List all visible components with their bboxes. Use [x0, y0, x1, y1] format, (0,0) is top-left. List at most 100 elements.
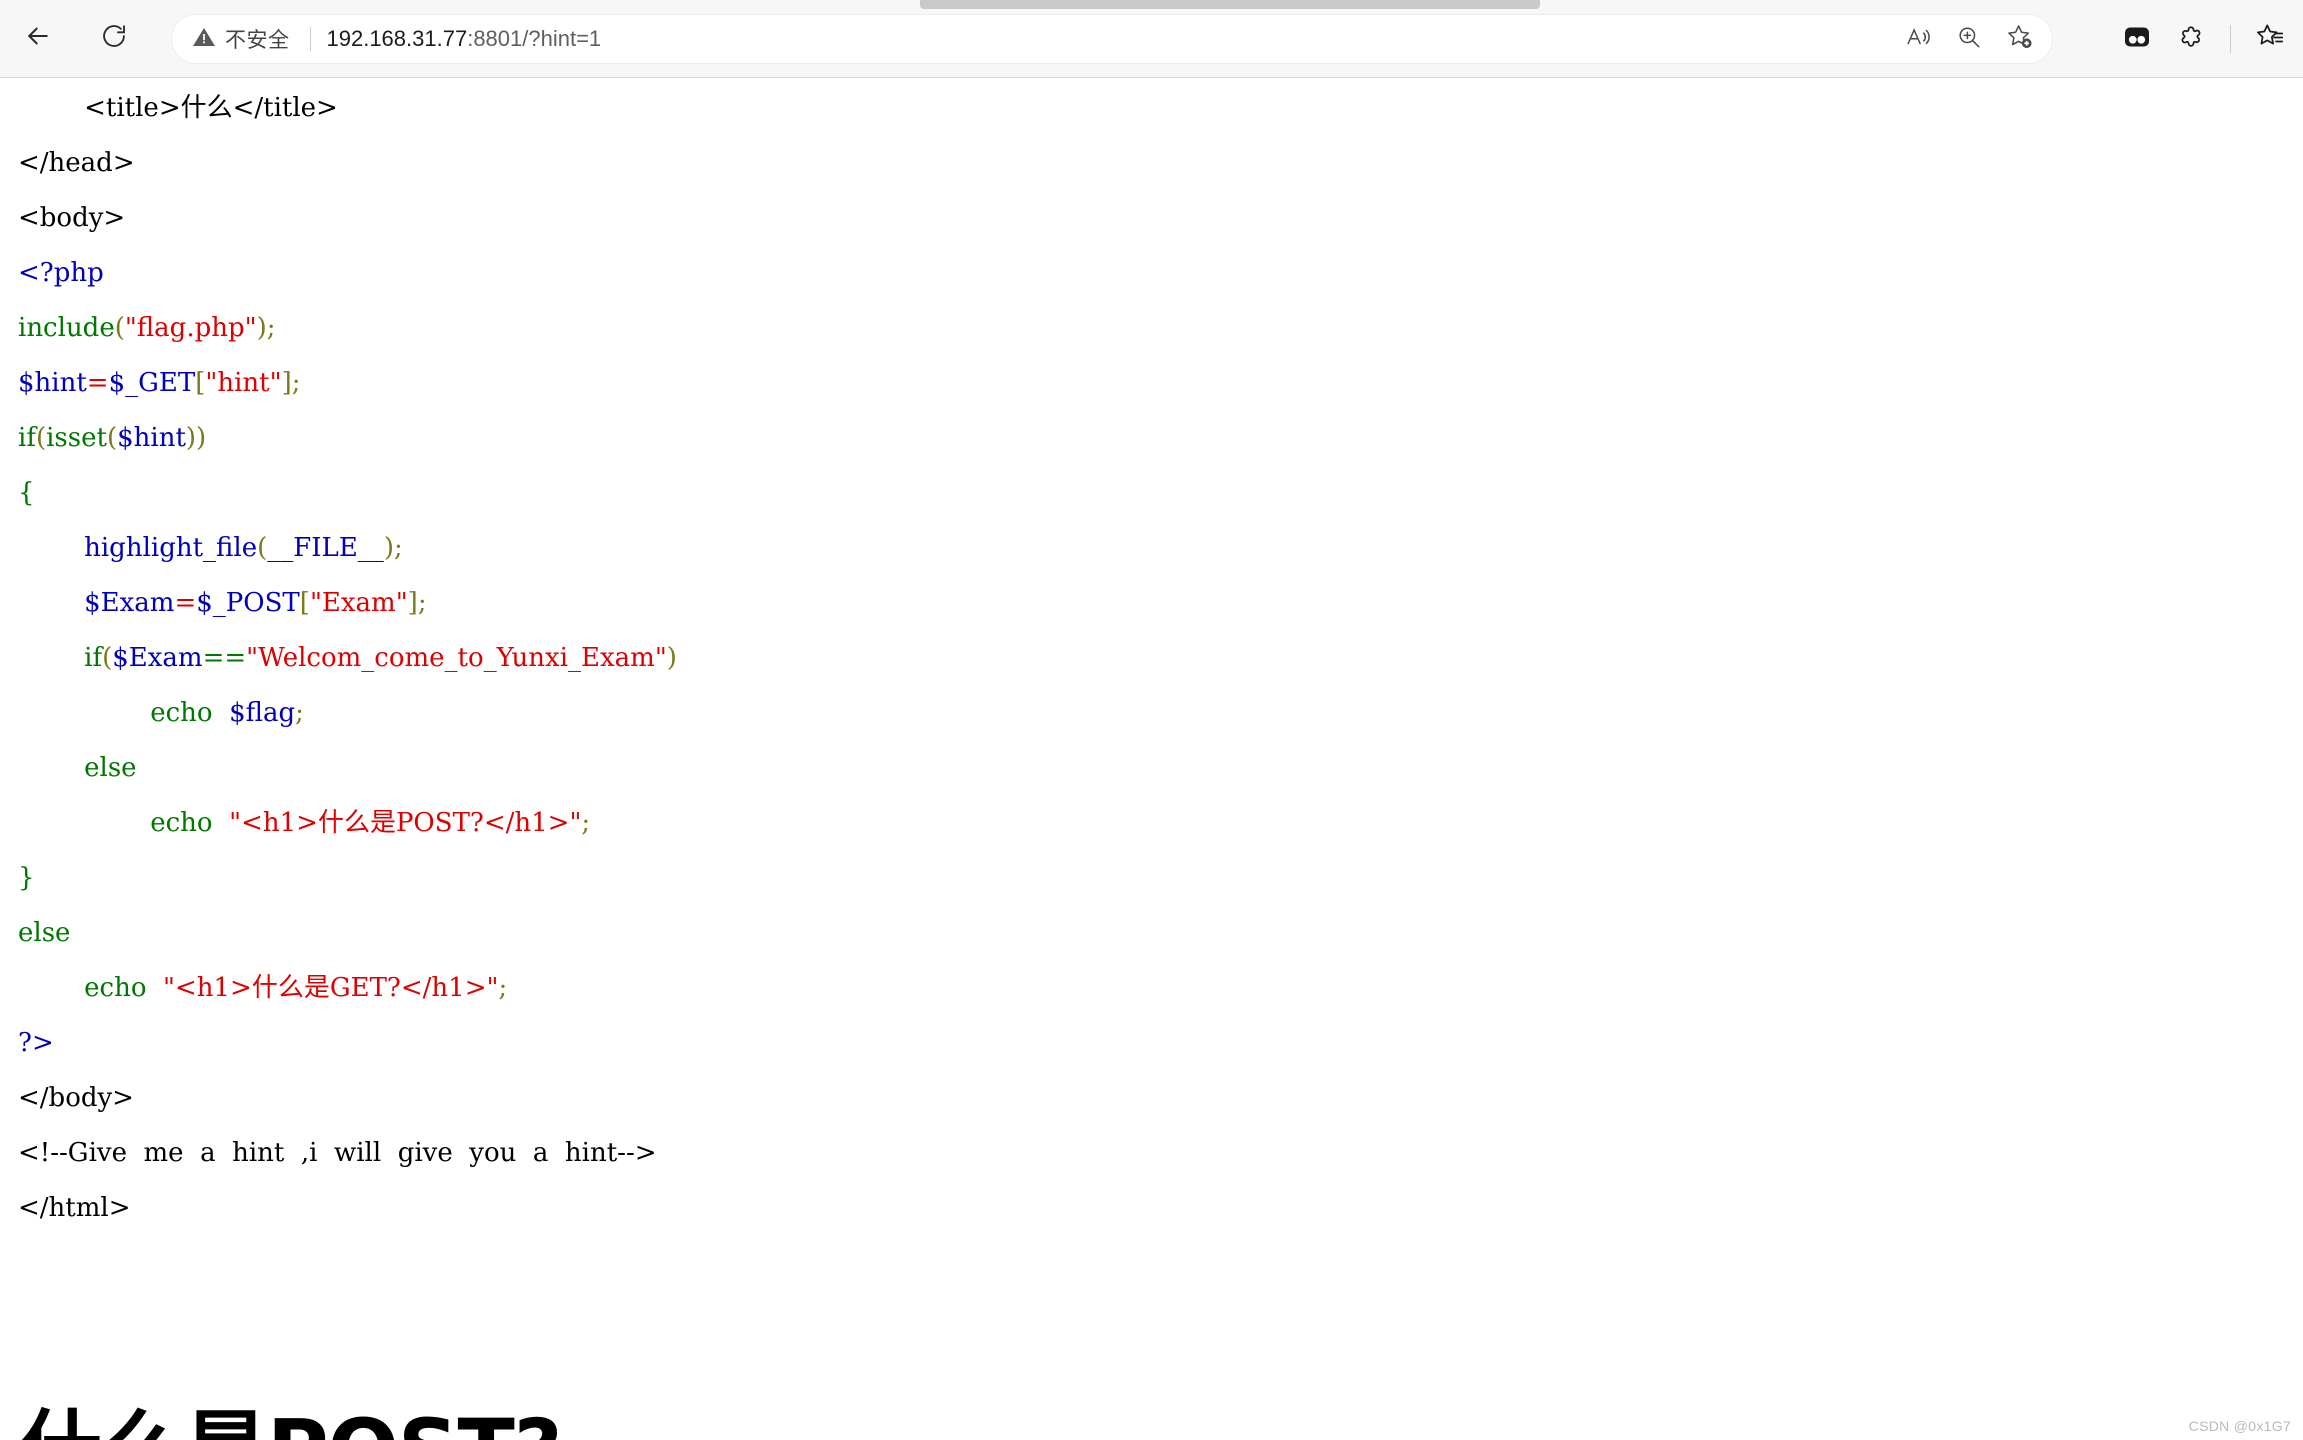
code-token: ( [102, 643, 113, 673]
code-line: $Exam=$_POST["Exam"]; [18, 576, 2303, 631]
code-token: = [174, 588, 197, 618]
code-token: "<h1>什么是GET?</h1>" [163, 973, 499, 1003]
code-token: ; [417, 588, 427, 618]
collections-button[interactable] [2245, 14, 2295, 64]
extensions-button[interactable] [2166, 14, 2216, 64]
code-line-clipped: <title>什么</title> [18, 81, 2303, 136]
code-token: == [202, 643, 247, 673]
add-favorite-icon [2006, 23, 2033, 55]
chrome-right-icon-group [2112, 14, 2295, 64]
url-path: :8801/?hint=1 [467, 26, 602, 51]
read-aloud-icon [1906, 24, 1932, 55]
code-token: = [86, 368, 109, 398]
code-token: ( [35, 423, 47, 453]
code-token: $Exam [112, 643, 203, 673]
code-line: highlight_file(__FILE__); [18, 521, 2303, 576]
code-token: include [18, 313, 115, 343]
code-token: ) [383, 533, 394, 563]
php-source-listing: <title>什么</title> </head> <body> <?php inclu… [0, 81, 2303, 1236]
code-token: else [18, 918, 71, 948]
code-token: <?php [18, 258, 104, 288]
code-line: </body> [18, 1071, 2303, 1126]
code-token: "Welcom_come_to_Yunxi_Exam" [246, 643, 667, 673]
code-token: ; [581, 808, 591, 838]
code-token: "flag.php" [124, 313, 257, 343]
code-token: } [18, 863, 35, 893]
add-favorite-button[interactable] [1994, 14, 2044, 64]
address-bar[interactable]: 不安全 192.168.31.77:8801/?hint=1 [172, 15, 2052, 63]
code-token: [ [195, 368, 206, 398]
code-token: ] [407, 588, 418, 618]
back-arrow-icon [23, 21, 53, 56]
code-token: ) [256, 313, 267, 343]
code-token: ; [266, 313, 276, 343]
url-host: 192.168.31.77 [326, 26, 468, 51]
code-token: ) [666, 643, 677, 673]
code-token: $Exam [84, 588, 175, 618]
code-line: include("flag.php"); [18, 301, 2303, 356]
split-screen-button[interactable] [2112, 14, 2162, 64]
code-token: </head> [18, 148, 135, 178]
code-token: echo [150, 808, 213, 838]
chrome-divider [2230, 25, 2231, 53]
security-indicator[interactable]: 不安全 [190, 22, 296, 56]
reload-button[interactable] [88, 12, 140, 64]
code-line: ?> [18, 1016, 2303, 1071]
code-token: $hint [117, 423, 186, 453]
code-line: echo $flag; [18, 686, 2303, 741]
code-token: $_POST [196, 588, 300, 618]
code-token: $flag [229, 698, 296, 728]
back-button[interactable] [12, 12, 64, 64]
code-token: ; [498, 973, 508, 1003]
code-line: } [18, 851, 2303, 906]
code-token: ; [295, 698, 304, 728]
code-line: else [18, 741, 2303, 796]
zoom-search-icon [1956, 24, 1982, 55]
code-line: $hint=$_GET["hint"]; [18, 356, 2303, 411]
code-token: __FILE__ [267, 533, 384, 563]
code-token: <!--Give me a hint ,i will give you a hi… [18, 1138, 657, 1168]
code-token: if [84, 643, 103, 673]
warning-triangle-icon [192, 25, 216, 54]
code-token: else [84, 753, 137, 783]
code-token: ] [281, 368, 292, 398]
code-token: ; [393, 533, 403, 563]
read-aloud-button[interactable] [1894, 14, 1944, 64]
url-divider [309, 27, 311, 51]
page-viewport: <title>什么</title> </head> <body> <?php inclu… [0, 79, 2303, 1440]
code-token: echo [84, 973, 147, 1003]
code-token: isset [46, 423, 107, 453]
zoom-search-button[interactable] [1944, 14, 1994, 64]
code-line: echo "<h1>什么是POST?</h1>"; [18, 796, 2303, 851]
code-token: [ [299, 588, 310, 618]
collections-favorites-icon [2255, 22, 2285, 57]
code-token: highlight_file [84, 533, 258, 563]
code-line: if($Exam=="Welcom_come_to_Yunxi_Exam") [18, 631, 2303, 686]
code-line: { [18, 466, 2303, 521]
code-token: $hint [18, 368, 87, 398]
code-token: ( [114, 313, 125, 343]
code-line: <!--Give me a hint ,i will give you a hi… [18, 1126, 2303, 1181]
code-token: <title>什么</title> [18, 93, 338, 123]
code-token: <body> [18, 203, 126, 233]
code-token: if [18, 423, 36, 453]
code-line: </head> [18, 136, 2303, 191]
code-token: { [18, 478, 35, 508]
code-line: echo "<h1>什么是GET?</h1>"; [18, 961, 2303, 1016]
csdn-watermark: CSDN @0x1G7 [2188, 1418, 2291, 1434]
extensions-puzzle-icon [2177, 23, 2205, 56]
code-token: echo [150, 698, 213, 728]
tab-strip-edge [920, 0, 1540, 9]
browser-toolbar: 不安全 192.168.31.77:8801/?hint=1 [0, 0, 2303, 78]
url-input[interactable]: 192.168.31.77:8801/?hint=1 [327, 26, 1895, 52]
code-line: else [18, 906, 2303, 961]
